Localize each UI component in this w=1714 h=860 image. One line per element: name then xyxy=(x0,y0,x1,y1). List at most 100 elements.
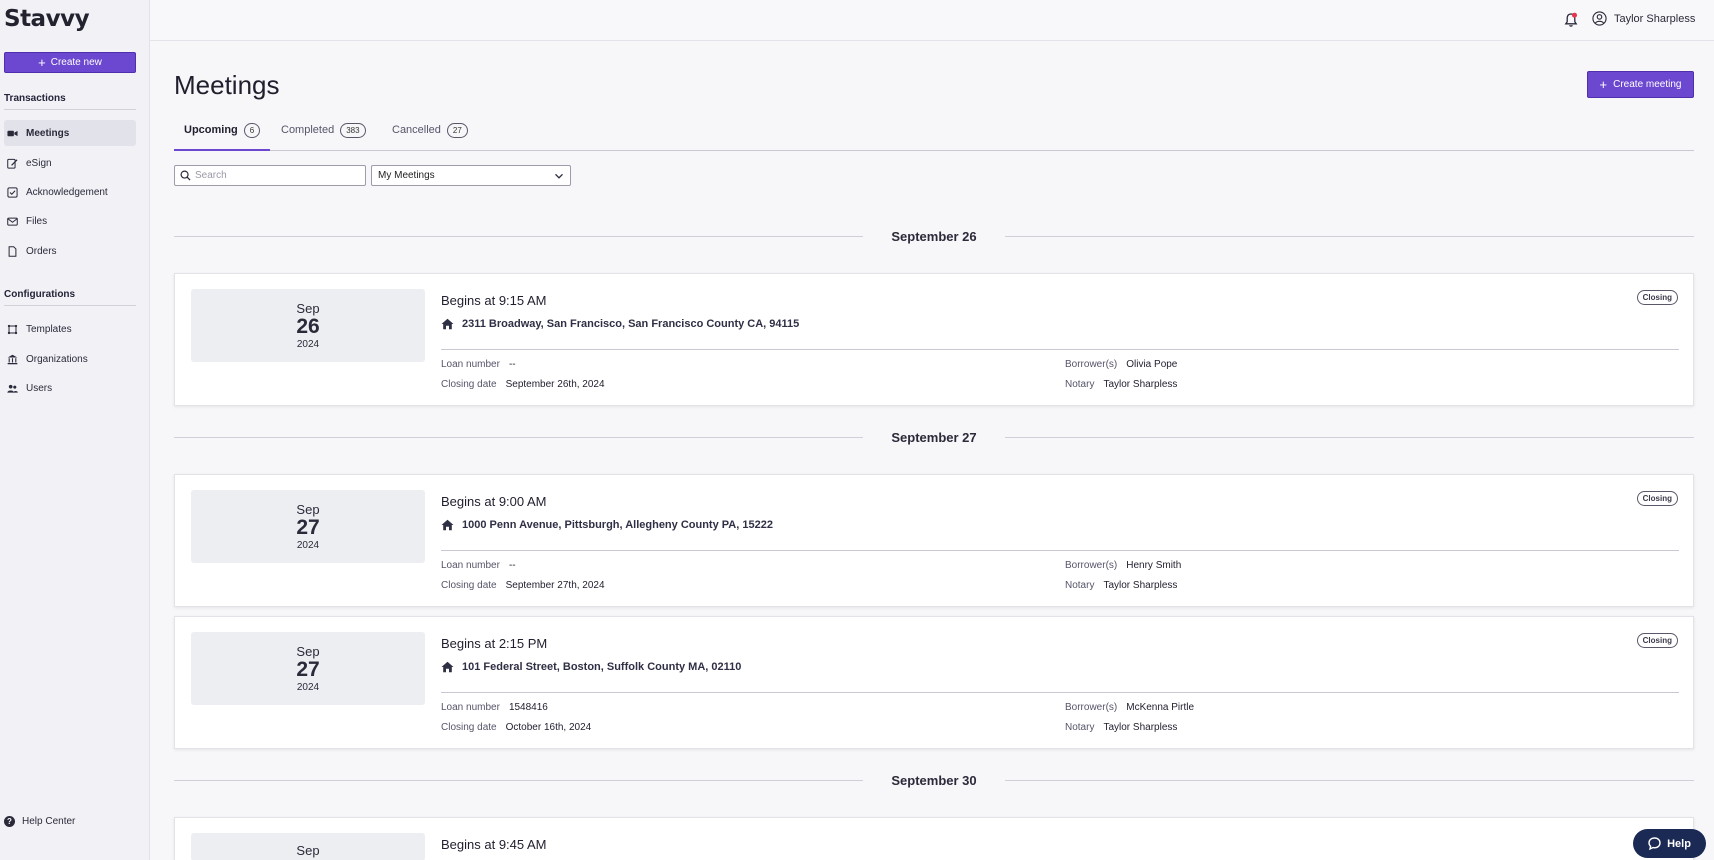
meeting-card[interactable]: Sep 27 2024 Begins at 9:00 AM 1000 Penn … xyxy=(174,474,1694,607)
create-new-button[interactable]: + Create new xyxy=(4,52,136,73)
tab-label: Completed xyxy=(281,124,335,136)
notary-label: Notary xyxy=(1065,722,1095,733)
home-icon xyxy=(441,661,454,673)
transactions-section-title: Transactions xyxy=(4,93,136,110)
borrowers-value: Henry Smith xyxy=(1126,560,1182,571)
notary-label: Notary xyxy=(1065,379,1095,390)
meeting-date-box: Sep 27 2024 xyxy=(191,490,425,563)
meeting-address: 1000 Penn Avenue, Pittsburgh, Allegheny … xyxy=(441,519,773,531)
divider-line xyxy=(174,235,864,237)
date-year: 2024 xyxy=(296,338,320,350)
status-badge: Closing xyxy=(1636,633,1678,648)
meeting-start-time: Begins at 9:15 AM xyxy=(441,293,547,308)
meeting-card[interactable]: Sep Begins at 9:45 AM xyxy=(174,817,1694,860)
date-group-divider: September 30 xyxy=(174,770,1695,790)
meeting-card[interactable]: Sep 27 2024 Begins at 2:15 PM 101 Federa… xyxy=(174,616,1694,749)
sidebar-item-organizations[interactable]: Organizations xyxy=(4,346,136,372)
user-name: Taylor Sharpless xyxy=(1614,12,1696,25)
sidebar-item-acknowledgement[interactable]: Acknowledgement xyxy=(4,179,136,205)
date-day: 26 xyxy=(296,315,320,339)
meeting-date-box: Sep xyxy=(191,833,425,860)
top-bar: Taylor Sharpless xyxy=(150,0,1714,41)
notary-field: Notary Taylor Sharpless xyxy=(1065,722,1177,733)
date-month: Sep xyxy=(296,644,320,660)
create-meeting-button[interactable]: + Create meeting xyxy=(1587,71,1694,98)
configurations-section-title: Configurations xyxy=(4,289,136,306)
plus-icon: + xyxy=(1599,77,1608,92)
loan-number-value: -- xyxy=(508,560,516,571)
meeting-address: 101 Federal Street, Boston, Suffolk Coun… xyxy=(441,661,741,673)
status-badge: Closing xyxy=(1636,491,1678,506)
stavvy-logo[interactable]: Stavvy xyxy=(4,6,90,32)
date-day: 27 xyxy=(296,658,320,682)
closing-date-value: September 26th, 2024 xyxy=(505,379,605,390)
divider-line xyxy=(1004,779,1695,781)
help-label: Help xyxy=(1667,837,1691,850)
tab-label: Upcoming xyxy=(184,124,238,136)
loan-number-value: -- xyxy=(508,359,516,370)
tab-upcoming[interactable]: Upcoming 6 xyxy=(174,120,271,151)
chat-bubble-icon xyxy=(1648,837,1661,850)
date-group-label: September 26 xyxy=(891,228,977,244)
user-menu[interactable]: Taylor Sharpless xyxy=(1592,11,1695,26)
status-badge: Closing xyxy=(1636,290,1678,305)
borrowers-value: Olivia Pope xyxy=(1126,359,1178,370)
video-icon xyxy=(7,130,18,136)
help-center-link[interactable]: ? Help Center xyxy=(4,816,75,827)
address-text: 101 Federal Street, Boston, Suffolk Coun… xyxy=(462,661,742,673)
filter-selected-value: My Meetings xyxy=(378,170,435,181)
notary-field: Notary Taylor Sharpless xyxy=(1065,379,1177,390)
closing-date-field: Closing date September 26th, 2024 xyxy=(441,379,605,390)
sidebar-item-label: Orders xyxy=(26,245,57,257)
date-group-divider: September 26 xyxy=(174,226,1695,246)
tab-cancelled[interactable]: Cancelled 27 xyxy=(382,120,478,151)
users-icon xyxy=(7,384,18,393)
sidebar-item-orders[interactable]: Orders xyxy=(4,238,136,264)
closing-date-value: October 16th, 2024 xyxy=(505,722,592,733)
search-field[interactable] xyxy=(174,165,366,186)
user-circle-icon xyxy=(1592,11,1607,26)
document-icon xyxy=(8,245,17,257)
search-input[interactable] xyxy=(195,170,355,181)
loan-number-label: Loan number xyxy=(441,702,500,713)
date-day: 27 xyxy=(296,516,320,540)
borrowers-label: Borrower(s) xyxy=(1065,702,1118,713)
bell-icon[interactable] xyxy=(1564,12,1578,28)
closing-date-label: Closing date xyxy=(441,379,497,390)
borrowers-label: Borrower(s) xyxy=(1065,560,1118,571)
borrowers-field: Borrower(s) Olivia Pope xyxy=(1065,359,1177,370)
help-chat-button[interactable]: Help xyxy=(1633,829,1706,858)
sidebar-item-esign[interactable]: eSign xyxy=(4,150,136,176)
sidebar-item-label: Templates xyxy=(26,323,72,335)
meetings-filter-select[interactable]: My Meetings xyxy=(371,165,571,186)
notary-field: Notary Taylor Sharpless xyxy=(1065,580,1177,591)
borrowers-field: Borrower(s) McKenna Pirtle xyxy=(1065,702,1194,713)
sidebar-item-meetings[interactable]: Meetings xyxy=(4,120,136,146)
meeting-date-box: Sep 26 2024 xyxy=(191,289,425,362)
meeting-date-box: Sep 27 2024 xyxy=(191,632,425,705)
meeting-card[interactable]: Sep 26 2024 Begins at 9:15 AM 2311 Broad… xyxy=(174,273,1694,406)
sidebar-item-files[interactable]: Files xyxy=(4,208,136,234)
help-center-label: Help Center xyxy=(22,816,76,827)
meeting-address: 2311 Broadway, San Francisco, San Franci… xyxy=(441,318,799,330)
notary-label: Notary xyxy=(1065,580,1095,591)
checkbox-icon xyxy=(7,186,18,198)
plus-icon: + xyxy=(38,55,46,70)
sidebar-item-templates[interactable]: Templates xyxy=(4,316,136,342)
question-circle-icon: ? xyxy=(4,816,15,827)
address-text: 1000 Penn Avenue, Pittsburgh, Allegheny … xyxy=(462,519,773,531)
sidebar: Stavvy + Create new Transactions Meeting… xyxy=(0,0,150,860)
count-badge: 6 xyxy=(243,123,261,138)
notary-value: Taylor Sharpless xyxy=(1103,580,1178,591)
borrowers-field: Borrower(s) Henry Smith xyxy=(1065,560,1181,571)
card-separator xyxy=(441,550,1679,551)
home-icon xyxy=(441,519,454,531)
create-meeting-label: Create meeting xyxy=(1613,79,1682,90)
sidebar-item-label: Users xyxy=(26,382,53,394)
tab-completed[interactable]: Completed 383 xyxy=(271,120,376,151)
chevron-down-icon xyxy=(555,173,563,179)
sidebar-item-users[interactable]: Users xyxy=(4,375,136,401)
closing-date-label: Closing date xyxy=(441,580,497,591)
loan-number-label: Loan number xyxy=(441,359,500,370)
card-separator xyxy=(441,692,1679,693)
